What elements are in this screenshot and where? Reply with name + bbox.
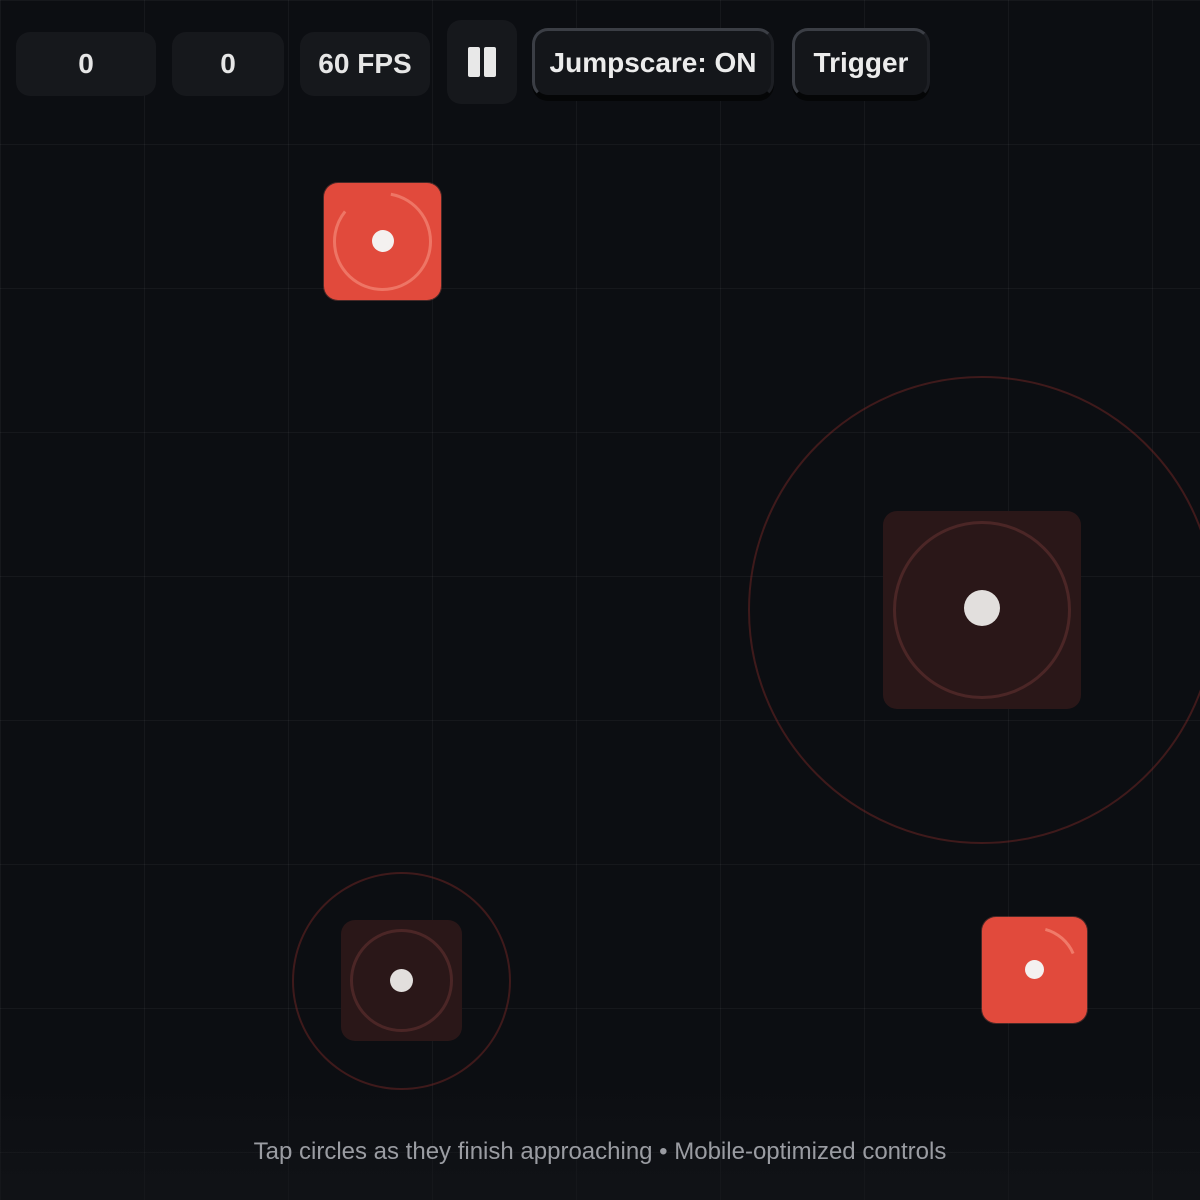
hit-target[interactable]: [883, 511, 1081, 709]
game-stage[interactable]: 0 0 60 FPS Jumpscare: ON Trigger Tap cir…: [0, 0, 1200, 1200]
hit-target[interactable]: [341, 920, 462, 1041]
fps-counter: 60 FPS: [300, 32, 430, 96]
pause-button[interactable]: [447, 20, 517, 104]
target-center-dot: [390, 969, 413, 992]
pause-icon: [466, 47, 498, 77]
instructions-hint: Tap circles as they finish approaching •…: [253, 1138, 947, 1165]
target-center-dot: [372, 230, 394, 252]
score-counter: 0: [16, 32, 156, 96]
trigger-button[interactable]: Trigger: [792, 28, 930, 98]
combo-counter: 0: [172, 32, 284, 96]
target-center-dot: [964, 590, 1000, 626]
hit-target[interactable]: [324, 183, 441, 300]
target-center-dot: [1025, 960, 1044, 979]
hit-target[interactable]: [982, 917, 1087, 1023]
jumpscare-toggle-button[interactable]: Jumpscare: ON: [532, 28, 774, 98]
